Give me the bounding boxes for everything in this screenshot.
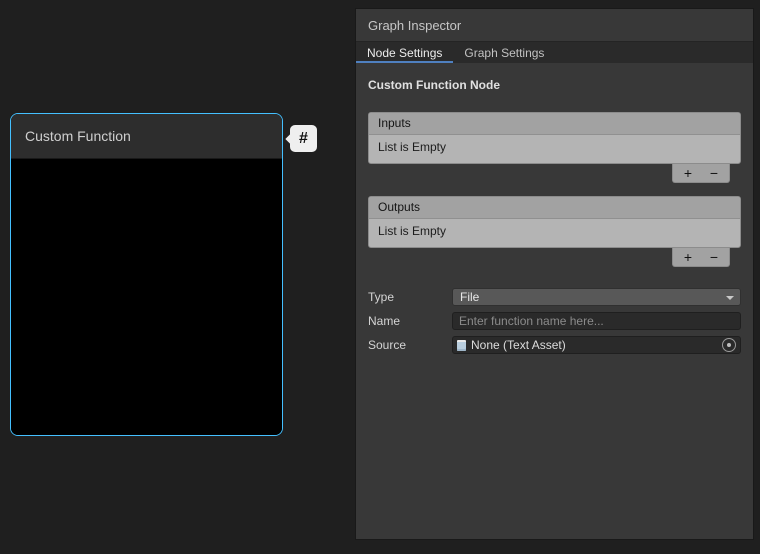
outputs-list-footer: + − (672, 248, 730, 267)
node-preview-body (11, 159, 282, 435)
inputs-add-button[interactable]: + (675, 165, 701, 182)
outputs-add-button[interactable]: + (675, 249, 701, 266)
outputs-list-header: Outputs (369, 197, 740, 219)
inputs-list: Inputs List is Empty + − (368, 112, 741, 183)
tab-node-settings[interactable]: Node Settings (356, 42, 453, 63)
chevron-down-icon (726, 296, 734, 300)
text-asset-icon (457, 340, 466, 351)
source-row: Source None (Text Asset) (368, 336, 741, 354)
section-title: Custom Function Node (368, 78, 741, 92)
inputs-remove-button[interactable]: − (701, 165, 727, 182)
tab-graph-settings[interactable]: Graph Settings (453, 42, 555, 63)
panel-title: Graph Inspector (356, 9, 753, 41)
source-object-field[interactable]: None (Text Asset) (452, 336, 741, 354)
node-settings-fields: Type File Name Source (368, 288, 741, 354)
object-picker-icon[interactable] (722, 338, 736, 352)
graph-inspector-panel: Graph Inspector Node Settings Graph Sett… (355, 8, 754, 540)
outputs-empty-row: List is Empty (369, 219, 740, 247)
node-title: Custom Function (25, 128, 131, 144)
inspector-tabbar: Node Settings Graph Settings (356, 41, 753, 63)
name-label: Name (368, 314, 452, 328)
hash-badge[interactable]: # (290, 125, 317, 152)
outputs-list-box: Outputs List is Empty (368, 196, 741, 248)
outputs-remove-button[interactable]: − (701, 249, 727, 266)
hash-badge-label: # (299, 130, 308, 148)
inspector-content: Custom Function Node Inputs List is Empt… (356, 63, 753, 539)
custom-function-node[interactable]: Custom Function (10, 113, 283, 436)
tab-node-settings-label: Node Settings (367, 46, 442, 60)
type-row: Type File (368, 288, 741, 306)
source-label: Source (368, 338, 452, 352)
type-dropdown-value: File (460, 290, 479, 304)
outputs-list: Outputs List is Empty + − (368, 196, 741, 267)
tab-graph-settings-label: Graph Settings (464, 46, 544, 60)
inputs-list-footer: + − (672, 164, 730, 183)
inputs-empty-row: List is Empty (369, 135, 740, 163)
name-row: Name (368, 312, 741, 330)
function-name-input[interactable] (452, 312, 741, 330)
type-dropdown[interactable]: File (452, 288, 741, 306)
node-header[interactable]: Custom Function (11, 114, 282, 159)
inputs-list-header: Inputs (369, 113, 740, 135)
source-object-value: None (Text Asset) (471, 338, 722, 352)
type-label: Type (368, 290, 452, 304)
inputs-list-box: Inputs List is Empty (368, 112, 741, 164)
